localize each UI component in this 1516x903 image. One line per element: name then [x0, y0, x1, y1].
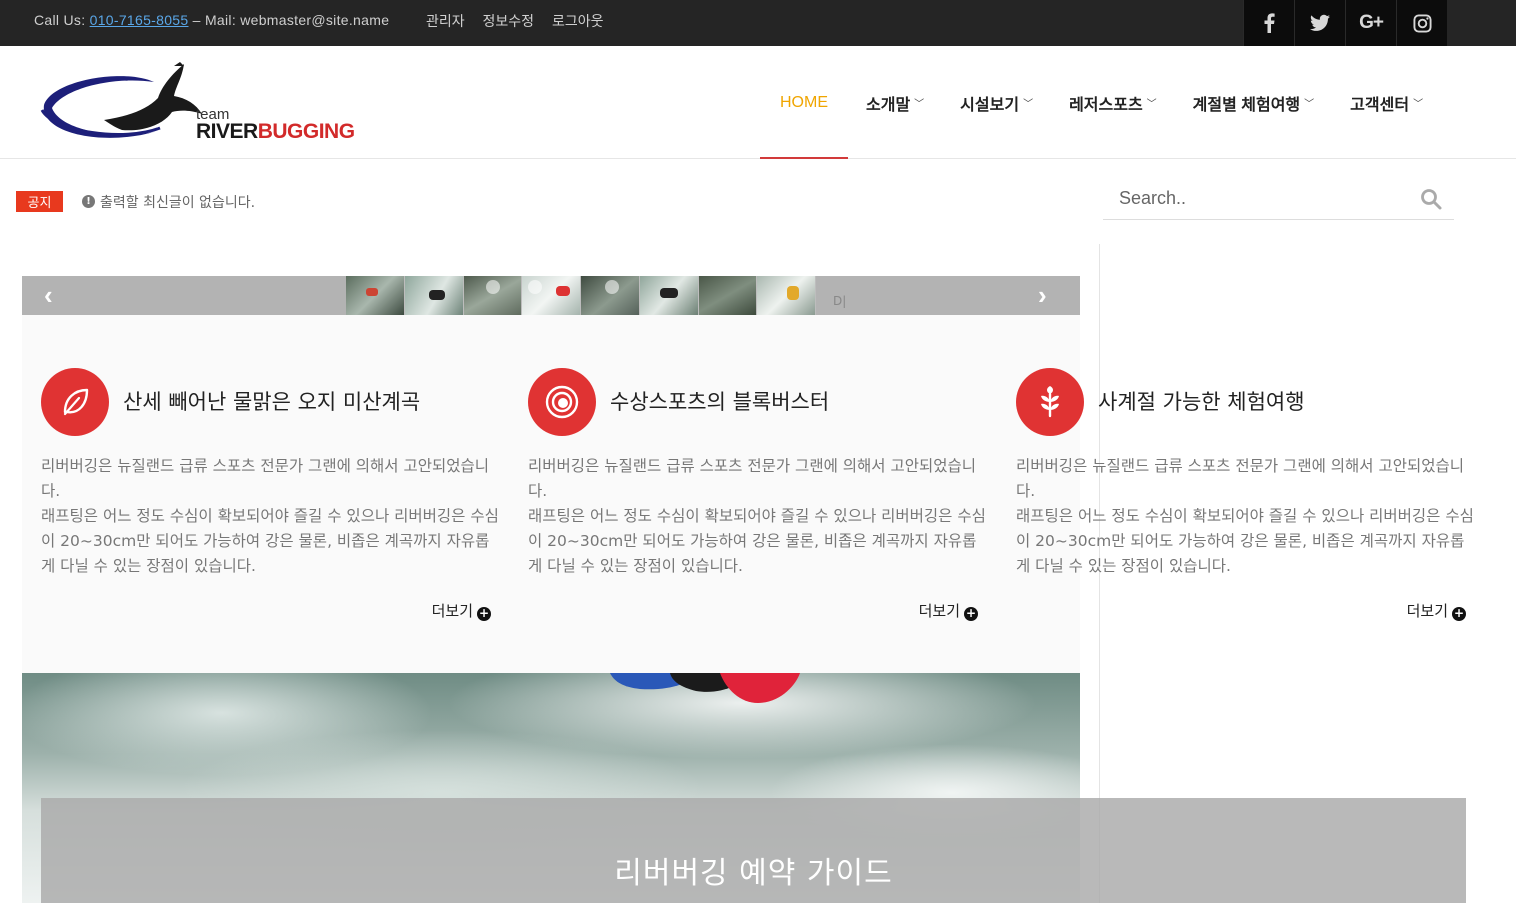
chevron-down-icon: ﹀: [1146, 99, 1157, 110]
mail-text: – Mail: webmaster@site.name: [188, 12, 390, 28]
thumbnail-dot: [485, 280, 500, 294]
slider-next-button[interactable]: ›: [1038, 280, 1047, 310]
thumbnail-icon: [556, 286, 571, 296]
plus-circle-icon: +: [1452, 606, 1466, 621]
thumbnail[interactable]: [639, 276, 699, 315]
twitter-button[interactable]: [1294, 0, 1345, 46]
main-nav: HOME 소개말 ﹀ 시설보기 ﹀ 레저스포츠 ﹀ 계절별 체험여행 ﹀ 고객센터 ﹀: [760, 46, 1441, 159]
chevron-down-icon: ﹀: [1023, 99, 1034, 110]
feature-title: 산세 빼어난 물맑은 오지 미산계곡: [123, 390, 421, 414]
phone-link[interactable]: 010-7165-8055: [90, 12, 189, 28]
nav-label: HOME: [780, 93, 828, 111]
edit-profile-link[interactable]: 정보수정: [483, 13, 535, 29]
nav-item-intro[interactable]: 소개말 ﹀: [848, 46, 942, 159]
search-input[interactable]: [1103, 178, 1413, 218]
slider-prev-button[interactable]: ‹: [44, 280, 53, 310]
logout-link[interactable]: 로그아웃: [552, 13, 604, 29]
feature-body: 리버버깅은 뉴질랜드 급류 스포츠 전문가 그랜에 의해서 고안되었습니다. 래…: [41, 457, 499, 575]
chevron-down-icon: ﹀: [1304, 99, 1315, 110]
nav-label: 계절별 체험여행: [1192, 96, 1301, 114]
contact-info: Call Us: 010-7165-8055 – Mail: webmaster…: [34, 12, 389, 28]
twitter-icon: [1310, 14, 1330, 31]
slider-label: D|: [833, 294, 847, 308]
thumbnail[interactable]: [698, 276, 758, 315]
search-box: [1103, 178, 1454, 220]
thumbnail-icon: [659, 288, 678, 298]
google-plus-button[interactable]: G+: [1345, 0, 1396, 46]
thumbnail[interactable]: [404, 276, 464, 315]
thumbnail[interactable]: [757, 276, 816, 315]
nav-label: 레저스포츠: [1069, 96, 1143, 114]
slider-thumbnail-strip: ‹ D| ›: [22, 276, 1080, 315]
feature-body: 리버버깅은 뉴질랜드 급류 스포츠 전문가 그랜에 의해서 고안되었습니다. 래…: [1016, 457, 1474, 575]
feature-title: 사계절 가능한 체험여행: [1098, 390, 1305, 414]
instagram-icon: [1412, 13, 1432, 33]
thumbnail[interactable]: [463, 276, 523, 315]
nav-label: 고객센터: [1350, 96, 1410, 114]
facebook-button[interactable]: [1243, 0, 1294, 46]
more-label: 더보기: [1406, 602, 1448, 620]
nav-item-leisure[interactable]: 레저스포츠 ﹀: [1051, 46, 1175, 159]
more-label: 더보기: [431, 602, 473, 620]
chevron-down-icon: ﹀: [1413, 99, 1424, 110]
thumbnail-list: [346, 276, 816, 315]
info-icon: !: [82, 195, 95, 208]
plus-circle-icon: +: [477, 606, 491, 621]
site-logo[interactable]: team RIVERBUGGING: [34, 60, 355, 148]
more-label: 더보기: [918, 602, 960, 620]
feature-icon-circle: [1016, 368, 1084, 436]
nav-item-home[interactable]: HOME: [760, 46, 848, 159]
notice-text: 출력할 최신글이 없습니다.: [100, 195, 256, 211]
leaf-icon: [63, 388, 89, 416]
nav-item-facilities[interactable]: 시설보기 ﹀: [942, 46, 1051, 159]
admin-link[interactable]: 관리자: [426, 13, 465, 29]
thumbnail[interactable]: [581, 276, 640, 315]
plus-circle-icon: +: [964, 606, 978, 621]
feature-icon-circle: [528, 368, 596, 436]
thumbnail[interactable]: [522, 276, 581, 315]
feature-more-link[interactable]: 더보기 +: [528, 600, 978, 621]
thumbnail-icon: [428, 290, 445, 300]
facebook-icon: [1264, 13, 1275, 33]
target-icon: [545, 385, 579, 419]
search-icon[interactable]: [1419, 187, 1443, 211]
logo-brand-bugging: BUGGING: [257, 120, 355, 143]
chevron-down-icon: ﹀: [914, 99, 925, 110]
kayak-image: [610, 673, 800, 703]
thumbnail-dot: [605, 280, 619, 294]
chevron-right-icon: ›: [1038, 280, 1047, 310]
instagram-button[interactable]: [1396, 0, 1447, 46]
logo-brand-text: RIVERBUGGING: [196, 120, 355, 144]
feature-icon-circle: [41, 368, 109, 436]
feature-more-link[interactable]: 더보기 +: [1016, 600, 1466, 621]
top-bar: Call Us: 010-7165-8055 – Mail: webmaster…: [0, 0, 1516, 46]
feature-body: 리버버깅은 뉴질랜드 급류 스포츠 전문가 그랜에 의해서 고안되었습니다. 래…: [528, 457, 986, 575]
thumbnail[interactable]: [346, 276, 405, 315]
thumbnail-icon: [366, 288, 378, 296]
logo-brand-river: RIVER: [196, 120, 258, 143]
nav-item-seasonal[interactable]: 계절별 체험여행 ﹀: [1175, 46, 1333, 159]
nav-label: 시설보기: [960, 96, 1020, 114]
nav-item-support[interactable]: 고객센터 ﹀: [1332, 46, 1441, 159]
site-header: team RIVERBUGGING HOME 소개말 ﹀ 시설보기 ﹀ 레저스포츠 ﹀…: [0, 46, 1516, 159]
thumbnail-dot: [528, 280, 543, 294]
chevron-left-icon: ‹: [44, 280, 53, 310]
contact-prefix: Call Us:: [34, 12, 90, 28]
plant-icon: [1041, 386, 1059, 418]
thumbnail-icon: [787, 286, 800, 300]
user-links: 관리자 정보수정 로그아웃: [426, 11, 617, 31]
eagle-logo-icon: [40, 62, 202, 138]
reservation-guide-banner[interactable]: 리버버깅 예약 가이드: [41, 798, 1466, 903]
feature-title: 수상스포츠의 블록버스터: [610, 390, 830, 414]
google-plus-icon: G+: [1359, 12, 1384, 33]
nav-label: 소개말: [866, 96, 911, 114]
guide-title: 리버버깅 예약 가이드: [614, 856, 893, 891]
notice-badge: 공지: [16, 191, 63, 212]
feature-more-link[interactable]: 더보기 +: [41, 600, 491, 621]
social-links: G+: [1243, 0, 1447, 46]
